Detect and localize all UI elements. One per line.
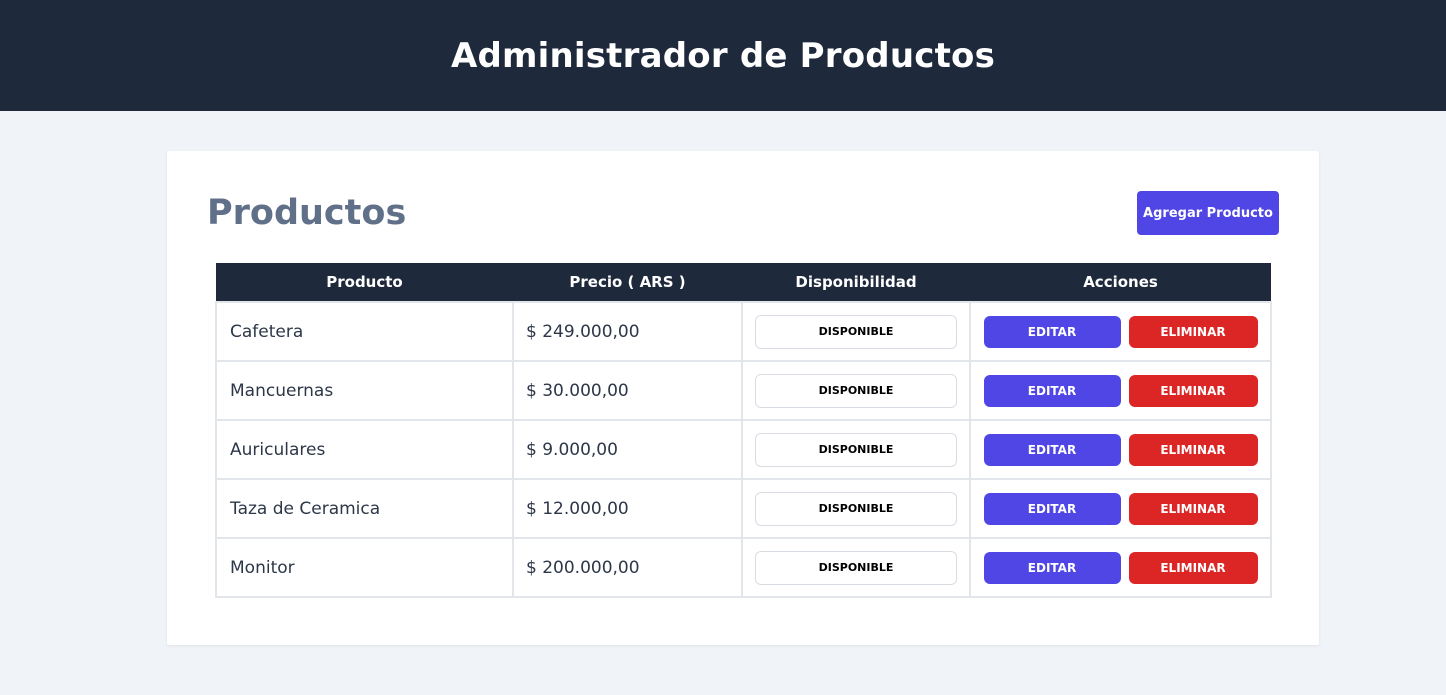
product-price: $ 9.000,00 <box>512 419 743 480</box>
column-header-availability: Disponibilidad <box>742 263 970 302</box>
product-name: Mancuernas <box>215 360 514 421</box>
availability-cell: DISPONIBLE <box>741 419 971 480</box>
app-title: Administrador de Productos <box>450 35 996 76</box>
top-header: Administrador de Productos <box>0 0 1446 111</box>
product-price: $ 249.000,00 <box>512 301 743 362</box>
table-row: Auriculares $ 9.000,00 DISPONIBLE EDITAR… <box>215 419 1272 480</box>
product-name: Monitor <box>215 537 514 598</box>
delete-button[interactable]: ELIMINAR <box>1128 551 1258 584</box>
availability-cell: DISPONIBLE <box>741 301 971 362</box>
column-header-product: Producto <box>216 263 513 302</box>
column-header-price: Precio ( ARS ) <box>513 263 742 302</box>
column-header-actions: Acciones <box>970 263 1271 302</box>
status-badge: DISPONIBLE <box>755 491 957 526</box>
product-price: $ 12.000,00 <box>512 478 743 539</box>
edit-button[interactable]: EDITAR <box>983 374 1121 407</box>
status-badge: DISPONIBLE <box>755 373 957 408</box>
page-title: Productos <box>207 193 407 233</box>
status-badge: DISPONIBLE <box>755 314 957 349</box>
edit-button[interactable]: EDITAR <box>983 551 1121 584</box>
product-price: $ 30.000,00 <box>512 360 743 421</box>
delete-button[interactable]: ELIMINAR <box>1128 315 1258 348</box>
edit-button[interactable]: EDITAR <box>983 433 1121 466</box>
actions-cell: EDITAR ELIMINAR <box>969 419 1272 480</box>
products-card: Productos Agregar Producto Producto Prec… <box>167 151 1319 645</box>
delete-button[interactable]: ELIMINAR <box>1128 433 1258 466</box>
table-row: Mancuernas $ 30.000,00 DISPONIBLE EDITAR… <box>215 360 1272 421</box>
actions-cell: EDITAR ELIMINAR <box>969 360 1272 421</box>
delete-button[interactable]: ELIMINAR <box>1128 492 1258 525</box>
product-name: Taza de Ceramica <box>215 478 514 539</box>
actions-cell: EDITAR ELIMINAR <box>969 478 1272 539</box>
add-product-button[interactable]: Agregar Producto <box>1137 191 1279 235</box>
table-row: Cafetera $ 249.000,00 DISPONIBLE EDITAR … <box>215 301 1272 362</box>
availability-cell: DISPONIBLE <box>741 478 971 539</box>
product-name: Cafetera <box>215 301 514 362</box>
table-header-row: Producto Precio ( ARS ) Disponibilidad A… <box>216 263 1271 302</box>
availability-cell: DISPONIBLE <box>741 537 971 598</box>
status-badge: DISPONIBLE <box>755 432 957 467</box>
table-row: Monitor $ 200.000,00 DISPONIBLE EDITAR E… <box>215 537 1272 598</box>
status-badge: DISPONIBLE <box>755 550 957 585</box>
actions-cell: EDITAR ELIMINAR <box>969 537 1272 598</box>
availability-cell: DISPONIBLE <box>741 360 971 421</box>
product-name: Auriculares <box>215 419 514 480</box>
edit-button[interactable]: EDITAR <box>983 315 1121 348</box>
table-row: Taza de Ceramica $ 12.000,00 DISPONIBLE … <box>215 478 1272 539</box>
edit-button[interactable]: EDITAR <box>983 492 1121 525</box>
actions-cell: EDITAR ELIMINAR <box>969 301 1272 362</box>
products-table: Producto Precio ( ARS ) Disponibilidad A… <box>215 263 1272 598</box>
delete-button[interactable]: ELIMINAR <box>1128 374 1258 407</box>
product-price: $ 200.000,00 <box>512 537 743 598</box>
